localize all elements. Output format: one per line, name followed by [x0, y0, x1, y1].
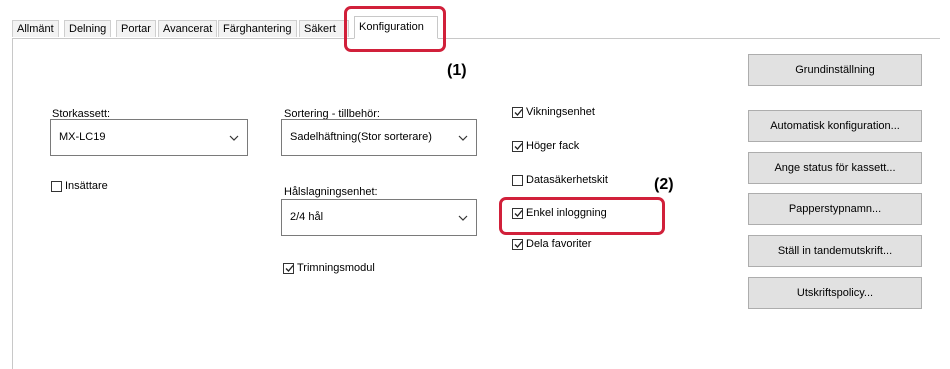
- marker-2: (2): [654, 176, 674, 193]
- checkbox-box: [512, 140, 523, 152]
- trimningsmodul-checkbox[interactable]: Trimningsmodul: [283, 262, 375, 274]
- halslagning-label: Hålslagningsenhet:: [284, 186, 378, 198]
- tandemutskrift-button[interactable]: Ställ in tandemutskrift...: [748, 235, 922, 267]
- ange-status-kassett-button[interactable]: Ange status för kassett...: [748, 152, 922, 184]
- tab-delning[interactable]: Delning: [64, 20, 112, 37]
- dela-favoriter-label: Dela favoriter: [526, 238, 592, 250]
- checkbox-box: [512, 106, 523, 118]
- checkmark-icon: [514, 108, 523, 116]
- tab-fargehantering[interactable]: Färghantering: [218, 20, 297, 37]
- halslagning-select[interactable]: 2/4 hål: [281, 199, 477, 236]
- vikningsenhet-checkbox[interactable]: Vikningsenhet: [512, 106, 595, 118]
- insattare-checkbox[interactable]: Insättare: [51, 180, 108, 192]
- trimningsmodul-label: Trimningsmodul: [297, 262, 375, 274]
- vikningsenhet-label: Vikningsenhet: [526, 106, 595, 118]
- papperstypnamn-button[interactable]: Papperstypnamn...: [748, 193, 922, 225]
- checkmark-icon: [514, 240, 523, 248]
- hoger-fack-label: Höger fack: [526, 140, 580, 152]
- tab-konfiguration[interactable]: Konfiguration: [354, 16, 438, 39]
- tab-sakert[interactable]: Säkert: [299, 20, 349, 37]
- marker-1: (1): [447, 62, 467, 79]
- checkbox-box: [512, 174, 523, 186]
- chevron-down-icon: [458, 135, 468, 141]
- grundinstallning-button[interactable]: Grundinställning: [748, 54, 922, 86]
- dela-favoriter-checkbox[interactable]: Dela favoriter: [512, 238, 591, 250]
- utskriftspolicy-button[interactable]: Utskriftspolicy...: [748, 277, 922, 309]
- checkmark-icon: [514, 142, 523, 150]
- tab-allmant[interactable]: Allmänt: [12, 20, 59, 37]
- datasakerhetskit-label: Datasäkerhetskit: [526, 174, 608, 186]
- sortering-select[interactable]: Sadelhäftning(Stor sorterare): [281, 119, 477, 156]
- storkassett-value: MX-LC19: [59, 131, 106, 143]
- datasakerhetskit-checkbox[interactable]: Datasäkerhetskit: [512, 174, 608, 186]
- chevron-down-icon: [229, 135, 239, 141]
- checkmark-icon: [285, 264, 294, 272]
- tab-bar: Allmänt Delning Portar Avancerat Färghan…: [12, 16, 940, 39]
- checkbox-box: [51, 180, 62, 192]
- sortering-value: Sadelhäftning(Stor sorterare): [290, 131, 432, 143]
- checkbox-box: [512, 238, 523, 250]
- callout-highlight-enkel-inloggning: [499, 197, 665, 235]
- chevron-down-icon: [458, 215, 468, 221]
- checkbox-box: [283, 262, 294, 274]
- tab-portar[interactable]: Portar: [116, 20, 156, 37]
- storkassett-select[interactable]: MX-LC19: [50, 119, 248, 156]
- automatisk-konfiguration-button[interactable]: Automatisk konfiguration...: [748, 110, 922, 142]
- halslagning-value: 2/4 hål: [290, 211, 324, 223]
- hoger-fack-checkbox[interactable]: Höger fack: [512, 140, 579, 152]
- insattare-label: Insättare: [65, 180, 108, 192]
- tab-avancerat[interactable]: Avancerat: [158, 20, 218, 37]
